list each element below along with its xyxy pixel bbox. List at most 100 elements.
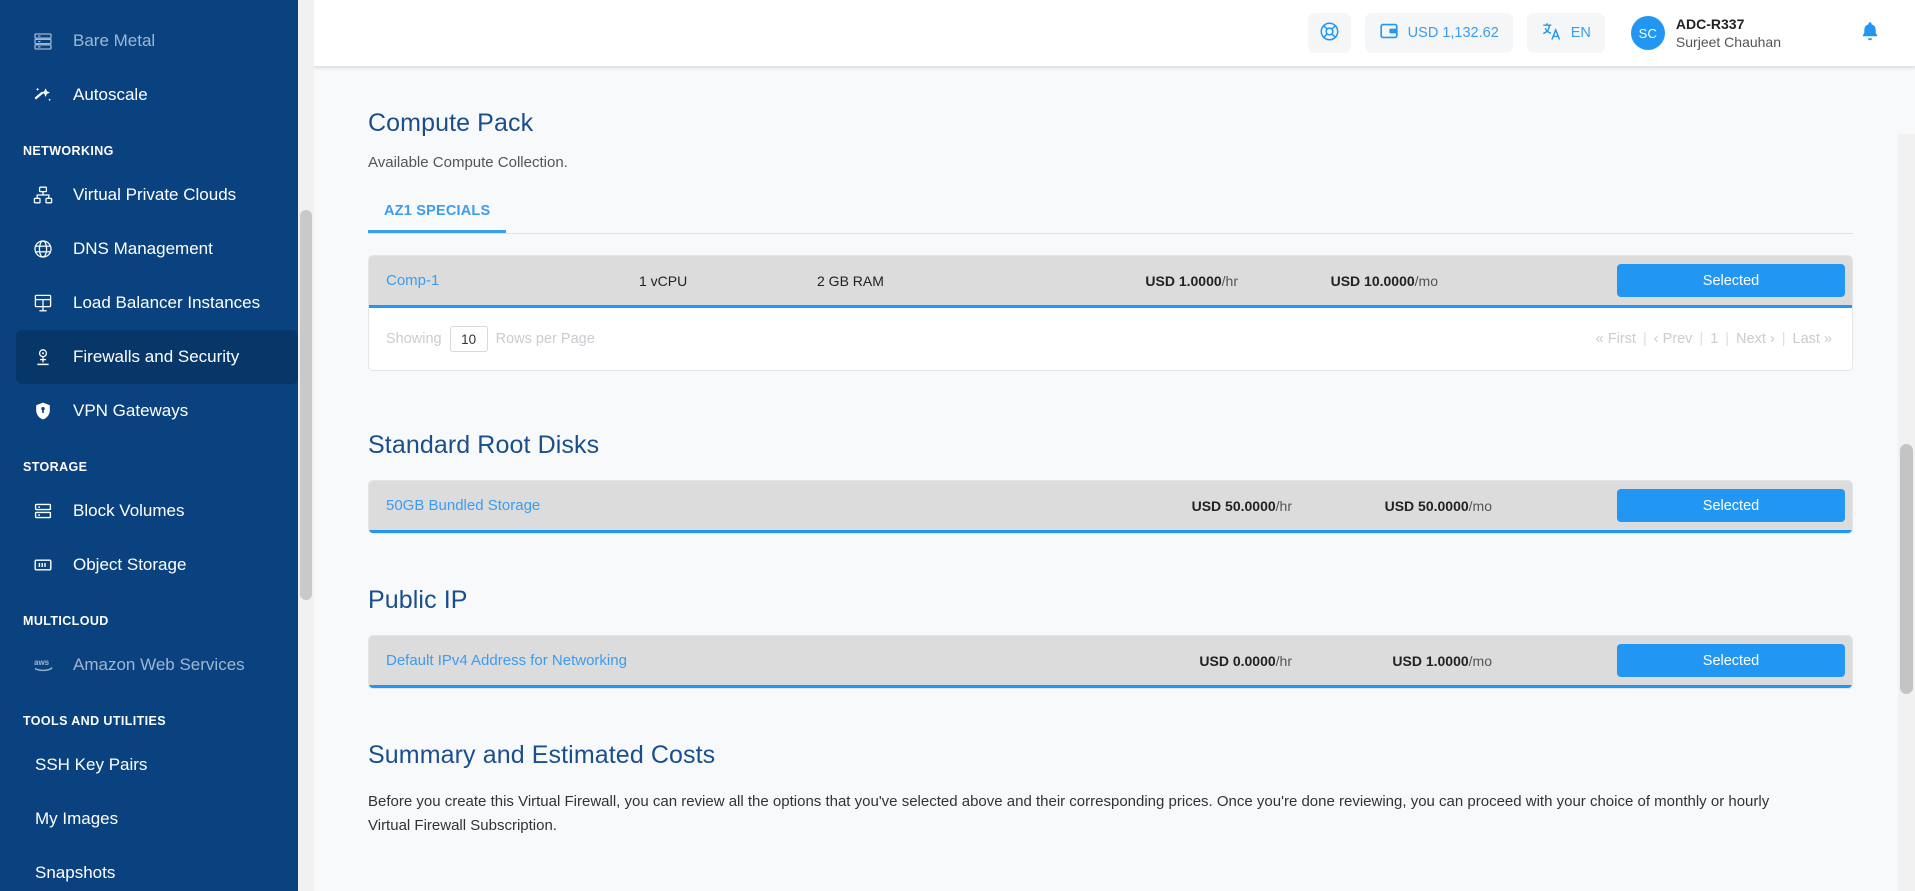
firewall-icon: [33, 347, 63, 367]
notifications-button[interactable]: [1859, 20, 1881, 47]
sidebar-item-label: Autoscale: [73, 85, 148, 104]
public-ip-title: Public IP: [368, 586, 468, 614]
sidebar-item-block-volumes[interactable]: Block Volumes: [16, 484, 298, 538]
rows-per-page-input[interactable]: [449, 326, 488, 352]
compute-pack-tabs: AZ1 SPECIALS: [368, 197, 1853, 234]
compute-pack-card: Comp-1 1 vCPU 2 GB RAM USD 1.0000/hr USD…: [368, 255, 1853, 371]
compute-price-hourly-unit: /hr: [1221, 272, 1238, 289]
sidebar-item-vpn-gateways[interactable]: VPN Gateways: [16, 384, 298, 438]
disk-price-monthly: USD 50.0000/mo: [1292, 498, 1492, 514]
disk-select-button[interactable]: Selected: [1617, 489, 1845, 522]
sidebar-item-label: Snapshots: [35, 863, 116, 882]
sidebar-item-snapshots[interactable]: Snapshots: [16, 846, 298, 891]
lifebuoy-icon: [1319, 21, 1340, 46]
compute-name[interactable]: Comp-1: [386, 272, 639, 289]
user-name: Surjeet Chauhan: [1675, 33, 1781, 50]
sidebar: Bare Metal Autoscale NETWORKING Virtual …: [0, 0, 314, 891]
pagination-separator: |: [1642, 331, 1647, 347]
public-ip-select-button[interactable]: Selected: [1617, 644, 1845, 677]
summary-title: Summary and Estimated Costs: [368, 741, 716, 769]
topbar: USD 1,132.62 EN SC ADC-R337 Surjeet Chau…: [314, 0, 1915, 67]
sidebar-item-bare-metal[interactable]: Bare Metal: [16, 14, 298, 68]
wallet-icon: [1379, 21, 1399, 45]
sidebar-item-label: Load Balancer Instances: [73, 293, 261, 312]
svg-text:aws: aws: [34, 658, 50, 667]
public-ip-card: Default IPv4 Address for Networking USD …: [368, 635, 1853, 689]
disk-price-monthly-amount: USD 50.0000: [1384, 497, 1469, 514]
public-ip-price-hourly-unit: /hr: [1275, 652, 1292, 669]
compute-action-cell: Selected: [1438, 264, 1852, 297]
sidebar-item-object-storage[interactable]: Object Storage: [16, 538, 298, 592]
balance-label: USD 1,132.62: [1407, 25, 1499, 41]
sidebar-scrollbar[interactable]: [298, 0, 314, 891]
pagination-last[interactable]: Last »: [1793, 331, 1833, 347]
balance-button[interactable]: USD 1,132.62: [1364, 13, 1513, 53]
language-button[interactable]: EN: [1526, 13, 1605, 53]
content-scroll-region: Compute Pack Available Compute Collectio…: [314, 67, 1915, 891]
compute-price-hourly: USD 1.0000/hr: [1062, 273, 1238, 289]
pagination-separator: |: [1699, 331, 1704, 347]
sidebar-item-autoscale[interactable]: Autoscale: [16, 68, 298, 122]
sidebar-item-my-images[interactable]: My Images: [16, 792, 298, 846]
avatar: SC: [1630, 16, 1665, 50]
disk-action-cell: Selected: [1492, 489, 1852, 522]
table-row[interactable]: Comp-1 1 vCPU 2 GB RAM USD 1.0000/hr USD…: [369, 256, 1852, 308]
network-icon: [33, 185, 63, 205]
content-scrollbar-thumb[interactable]: [1900, 444, 1913, 694]
standard-root-disks-title: Standard Root Disks: [368, 431, 600, 459]
sidebar-item-label: Block Volumes: [73, 501, 185, 520]
sidebar-scroll-region: Bare Metal Autoscale NETWORKING Virtual …: [0, 8, 314, 891]
disk-name[interactable]: 50GB Bundled Storage: [386, 497, 1116, 514]
pagination-separator: |: [1725, 331, 1730, 347]
loadbalancer-icon: [33, 293, 63, 313]
sidebar-group-storage: STORAGE: [23, 460, 88, 474]
bell-icon: [1859, 20, 1881, 47]
translate-icon: [1541, 21, 1562, 46]
disk-price-hourly-amount: USD 50.0000: [1191, 497, 1276, 514]
disk-price-hourly-unit: /hr: [1275, 497, 1292, 514]
sidebar-item-label: Firewalls and Security: [73, 347, 240, 366]
support-button[interactable]: [1307, 13, 1351, 53]
table-row[interactable]: Default IPv4 Address for Networking USD …: [369, 636, 1852, 688]
user-menu[interactable]: SC ADC-R337 Surjeet Chauhan: [1630, 15, 1781, 51]
disk-price-monthly-unit: /mo: [1468, 497, 1492, 514]
public-ip-action-cell: Selected: [1492, 644, 1852, 677]
compute-vcpu: 1 vCPU: [639, 272, 688, 289]
pagination-rows-per-page: Showing Rows per Page: [386, 326, 595, 352]
pagination-page-number[interactable]: 1: [1710, 331, 1718, 347]
pagination-next[interactable]: Next ›: [1736, 331, 1775, 347]
sidebar-item-label: Object Storage: [73, 555, 187, 574]
pagination-prev[interactable]: ‹ Prev: [1654, 331, 1693, 347]
table-row[interactable]: 50GB Bundled Storage USD 50.0000/hr USD …: [369, 481, 1852, 533]
public-ip-price-monthly-unit: /mo: [1468, 652, 1492, 669]
sidebar-item-amazon-web-services[interactable]: aws Amazon Web Services: [16, 638, 298, 692]
sidebar-item-ssh-key-pairs[interactable]: SSH Key Pairs: [16, 738, 298, 792]
public-ip-price-hourly-amount: USD 0.0000: [1199, 652, 1276, 669]
language-label: EN: [1570, 25, 1591, 41]
sidebar-scrollbar-thumb[interactable]: [300, 210, 312, 600]
content-scrollbar[interactable]: [1898, 134, 1915, 891]
tab-az1-specials[interactable]: AZ1 SPECIALS: [368, 197, 507, 233]
aws-icon: aws: [33, 655, 63, 675]
sidebar-group-tools-and-utilities: TOOLS AND UTILITIES: [23, 714, 167, 728]
pagination-controls: « First | ‹ Prev | 1 | Next › | Last »: [1596, 331, 1832, 347]
showing-label: Showing: [386, 331, 442, 347]
sidebar-item-firewalls-and-security[interactable]: Firewalls and Security: [16, 330, 298, 384]
compute-pagination: Showing Rows per Page « First | ‹ Prev |…: [369, 308, 1852, 370]
sidebar-item-label: Virtual Private Clouds: [73, 185, 237, 204]
summary-text: Before you create this Virtual Firewall,…: [368, 793, 1770, 834]
sidebar-item-virtual-private-clouds[interactable]: Virtual Private Clouds: [16, 168, 298, 222]
disk-price-hourly: USD 50.0000/hr: [1116, 498, 1292, 514]
compute-select-button[interactable]: Selected: [1617, 264, 1845, 297]
public-ip-name[interactable]: Default IPv4 Address for Networking: [386, 652, 1116, 669]
shield-lock-icon: [33, 401, 63, 421]
sidebar-item-load-balancer-instances[interactable]: Load Balancer Instances: [16, 276, 298, 330]
sidebar-item-dns-management[interactable]: DNS Management: [16, 222, 298, 276]
sidebar-item-label: Amazon Web Services: [73, 655, 245, 674]
pagination-first[interactable]: « First: [1596, 331, 1636, 347]
account-id: ADC-R337: [1675, 15, 1745, 32]
main-region: USD 1,132.62 EN SC ADC-R337 Surjeet Chau…: [314, 0, 1915, 891]
sidebar-item-label: VPN Gateways: [73, 401, 189, 420]
